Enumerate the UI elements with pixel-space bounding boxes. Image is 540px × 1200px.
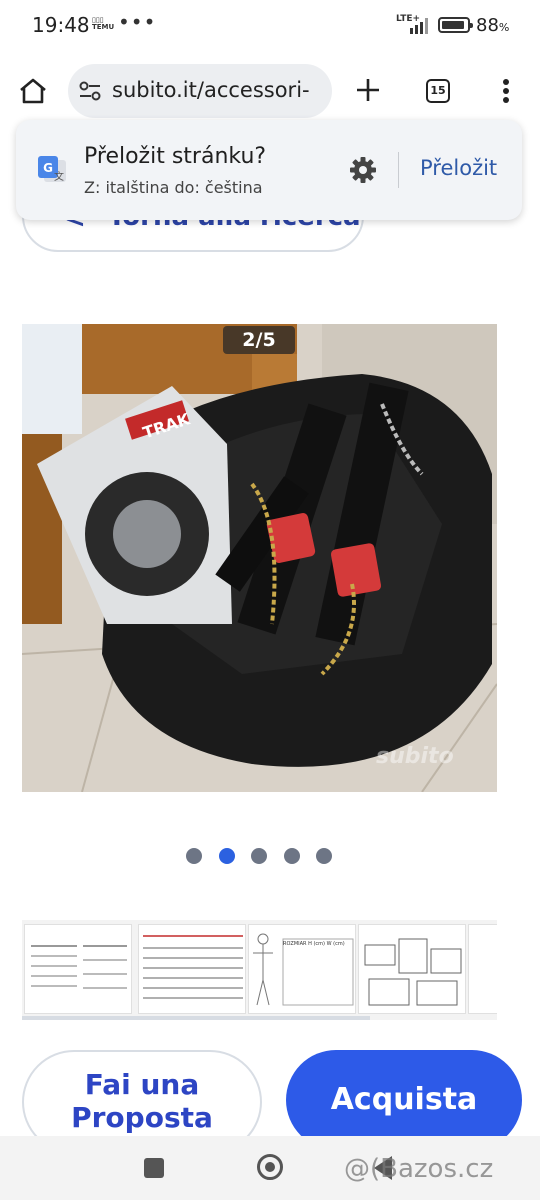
- home-nav-icon[interactable]: [257, 1154, 283, 1180]
- bazos-watermark: @(Bazos.cz: [344, 1154, 494, 1184]
- body-measure-figure: [253, 933, 354, 1006]
- status-bar: 19:48 ▯▯▯ TEMU ••• LTE+ 88%: [0, 0, 540, 52]
- status-time: 19:48: [32, 13, 90, 37]
- thumbnail[interactable]: [468, 924, 497, 1014]
- make-offer-label-line2: Proposta: [71, 1101, 213, 1134]
- signal-icon: [410, 18, 428, 34]
- thumbnail[interactable]: [358, 924, 466, 1014]
- carousel-dot[interactable]: [186, 848, 202, 864]
- carousel-dot[interactable]: [284, 848, 300, 864]
- home-icon[interactable]: [18, 77, 48, 105]
- thumbnail-strip: ROZMIAR H (cm) W (cm): [22, 920, 497, 1020]
- thumbnail-scrollbar[interactable]: [22, 1016, 370, 1020]
- make-offer-label-line1: Fai una: [84, 1068, 200, 1101]
- translate-button[interactable]: Přeložit: [420, 156, 497, 180]
- product-photo[interactable]: TRAK: [22, 324, 497, 792]
- size-table-header: ROZMIAR: [283, 941, 307, 947]
- battery-icon: [438, 17, 473, 33]
- translate-banner: G 文 Přeložit stránku? Z: italština do: č…: [16, 120, 522, 220]
- thumbnail[interactable]: [24, 924, 132, 1014]
- size-table-header: W (cm): [326, 941, 345, 947]
- more-notifications-icon: •••: [118, 10, 157, 34]
- temu-notification-icon: ▯▯▯ TEMU: [92, 16, 115, 31]
- gear-icon[interactable]: [348, 155, 378, 185]
- snow-chains-image: TRAK: [22, 324, 497, 792]
- overflow-menu-icon[interactable]: [502, 78, 510, 104]
- buy-button[interactable]: Acquista: [286, 1050, 522, 1150]
- site-settings-icon[interactable]: [78, 80, 102, 102]
- image-counter: 2/5: [223, 326, 295, 354]
- recent-apps-icon[interactable]: [144, 1158, 164, 1178]
- carousel-dot[interactable]: [251, 848, 267, 864]
- tab-switcher-icon[interactable]: 15: [426, 79, 450, 103]
- thumbnail-size-table[interactable]: ROZMIAR H (cm) W (cm): [248, 924, 356, 1014]
- thumbnail[interactable]: [138, 924, 246, 1014]
- url-bar[interactable]: subito.it/accessori-: [68, 64, 332, 118]
- buy-label: Acquista: [330, 1082, 478, 1117]
- svg-text:G: G: [43, 161, 53, 175]
- assembly-diagram: [364, 938, 462, 1006]
- svg-text:文: 文: [54, 170, 64, 183]
- google-translate-icon: G 文: [38, 156, 66, 183]
- subito-watermark: subito: [376, 744, 454, 769]
- translate-language-pair: Z: italština do: čeština: [84, 178, 263, 197]
- carousel-dot-active[interactable]: [219, 848, 235, 864]
- translate-prompt-title: Přeložit stránku?: [84, 144, 267, 169]
- battery-percent: 88%: [476, 15, 510, 36]
- divider: [398, 152, 399, 188]
- new-tab-plus-icon[interactable]: [354, 76, 382, 104]
- size-table-header: H (cm): [308, 941, 325, 947]
- url-text[interactable]: subito.it/accessori-: [112, 78, 310, 102]
- carousel-dot[interactable]: [316, 848, 332, 864]
